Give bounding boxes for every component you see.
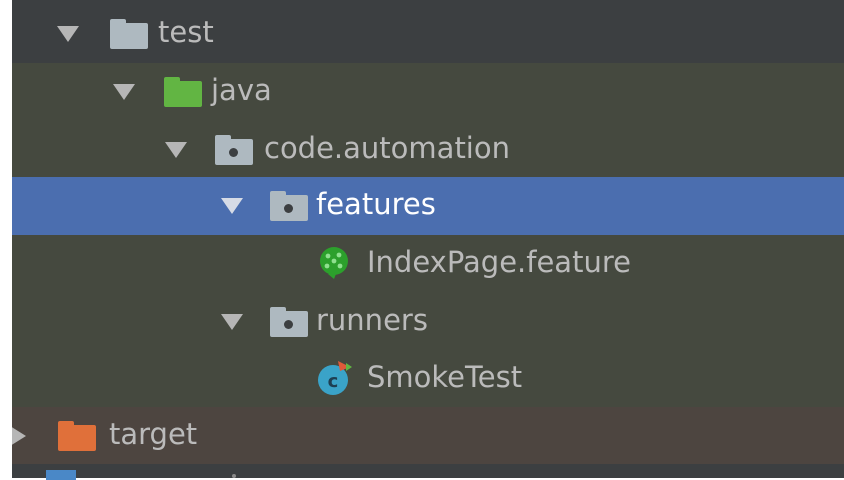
partial-text-dot: [232, 474, 236, 478]
tree-item-label: target: [109, 417, 198, 451]
tree-item-smoketest[interactable]: c SmokeTest: [12, 350, 844, 408]
package-folder-icon: [270, 307, 308, 337]
cucumber-icon: [320, 247, 348, 279]
tree-item-runners[interactable]: runners: [12, 293, 844, 351]
tree-item-test[interactable]: test: [12, 5, 844, 63]
collapse-arrow-icon[interactable]: [12, 426, 26, 446]
tree-item-java[interactable]: java: [12, 63, 844, 121]
expand-arrow-icon[interactable]: [57, 26, 79, 42]
partial-next-row: [12, 464, 844, 478]
tree-item-features[interactable]: features: [12, 177, 844, 235]
tree-item-target[interactable]: target: [12, 407, 844, 465]
excluded-folder-icon: [58, 421, 96, 451]
expand-arrow-icon[interactable]: [113, 84, 135, 100]
package-folder-icon: [270, 191, 308, 221]
module-icon: [46, 470, 76, 480]
expand-arrow-icon[interactable]: [165, 142, 187, 158]
tree-item-label: SmokeTest: [367, 360, 523, 394]
tree-item-label: java: [211, 73, 272, 107]
expand-arrow-icon[interactable]: [221, 314, 243, 330]
tree-item-label: features: [316, 187, 436, 221]
package-folder-icon: [215, 135, 253, 165]
svg-text:c: c: [328, 371, 339, 392]
test-folder-icon: [110, 19, 148, 49]
class-icon: c: [318, 361, 352, 395]
project-tree-panel: test java code.automation features Index…: [12, 0, 844, 478]
source-folder-icon: [164, 77, 202, 107]
tree-item-label: code.automation: [264, 131, 510, 165]
tree-item-label: IndexPage.feature: [367, 245, 631, 279]
tree-item-code-automation[interactable]: code.automation: [12, 121, 844, 179]
tree-item-label: runners: [316, 303, 428, 337]
tree-item-indexpage-feature[interactable]: IndexPage.feature: [12, 235, 844, 293]
expand-arrow-icon[interactable]: [221, 198, 243, 214]
tree-item-label: test: [158, 15, 214, 49]
